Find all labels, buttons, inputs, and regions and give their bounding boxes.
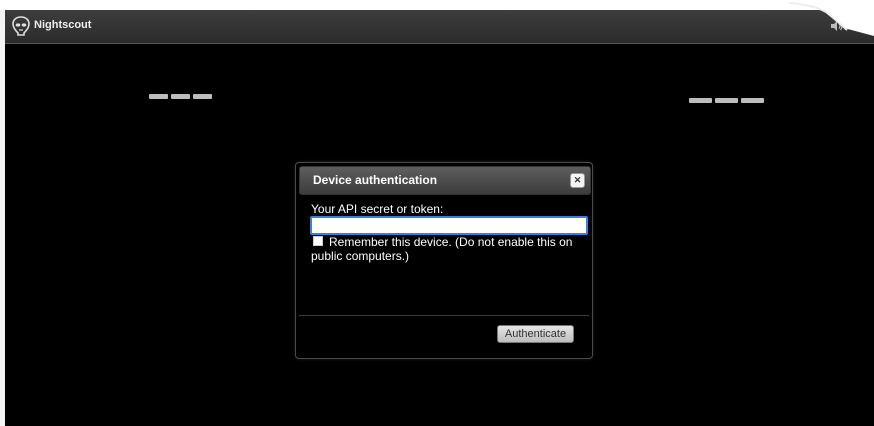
app-viewport: Nightscout Device authentication ✕ Your …: [5, 10, 874, 426]
device-auth-dialog: Device authentication ✕ Your API secret …: [295, 162, 593, 359]
api-secret-label: Your API secret or token:: [311, 202, 444, 216]
app-title: Nightscout: [34, 19, 92, 31]
time-placeholder: [689, 98, 764, 103]
dialog-header: Device authentication ✕: [299, 166, 591, 195]
bg-value-placeholder: [149, 94, 212, 99]
authenticate-button[interactable]: Authenticate: [497, 325, 574, 343]
remember-device-checkbox[interactable]: [313, 236, 323, 246]
dialog-divider: [299, 315, 589, 316]
remember-device-label: Remember this device. (Do not enable thi…: [311, 235, 573, 263]
api-secret-input[interactable]: [310, 216, 588, 235]
page-curl-decoration: [714, 0, 874, 36]
dialog-title: Device authentication: [313, 173, 438, 187]
close-icon[interactable]: ✕: [570, 173, 585, 188]
remember-device-row: Remember this device. (Do not enable thi…: [311, 235, 581, 263]
nightscout-logo-icon: [12, 16, 30, 36]
